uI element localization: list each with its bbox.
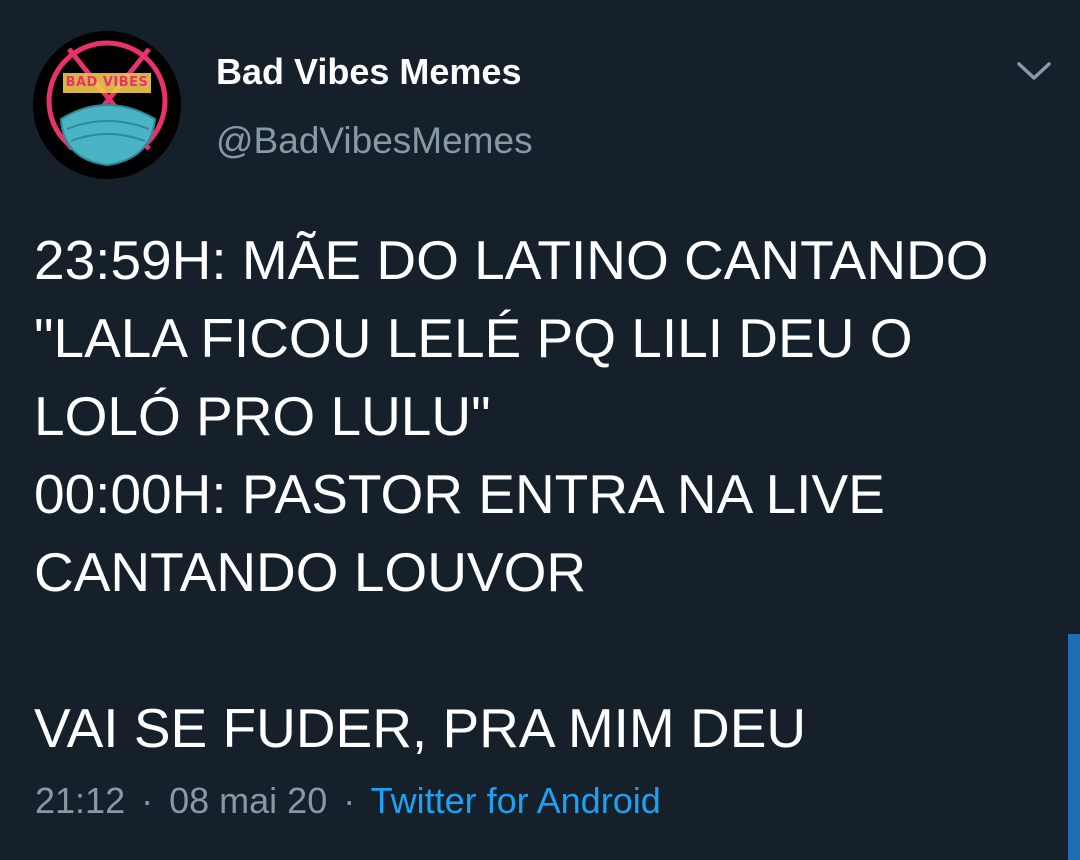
- tweet-source-link[interactable]: Twitter for Android: [371, 780, 661, 821]
- scroll-indicator[interactable]: [1068, 634, 1080, 860]
- avatar-image: [33, 31, 181, 179]
- chevron-down-icon[interactable]: [1014, 56, 1054, 86]
- display-name[interactable]: Bad Vibes Memes: [216, 51, 521, 93]
- meta-separator: ·: [141, 780, 154, 821]
- handle[interactable]: @BadVibesMemes: [216, 120, 533, 162]
- avatar[interactable]: BAD VIBES: [33, 31, 181, 179]
- tweet-date[interactable]: 08 mai 20: [169, 780, 327, 821]
- tweet-meta: 21:12 · 08 mai 20 · Twitter for Android: [35, 780, 661, 822]
- tweet-text: 23:59H: MÃE DO LATINO CANTANDO "LALA FIC…: [34, 229, 989, 759]
- tweet: BAD VIBES Bad Vibes Memes @BadVibesMemes…: [0, 0, 1080, 860]
- avatar-badge-text: BAD VIBES: [65, 75, 149, 90]
- meta-separator: ·: [343, 780, 356, 821]
- tweet-time[interactable]: 21:12: [35, 780, 125, 821]
